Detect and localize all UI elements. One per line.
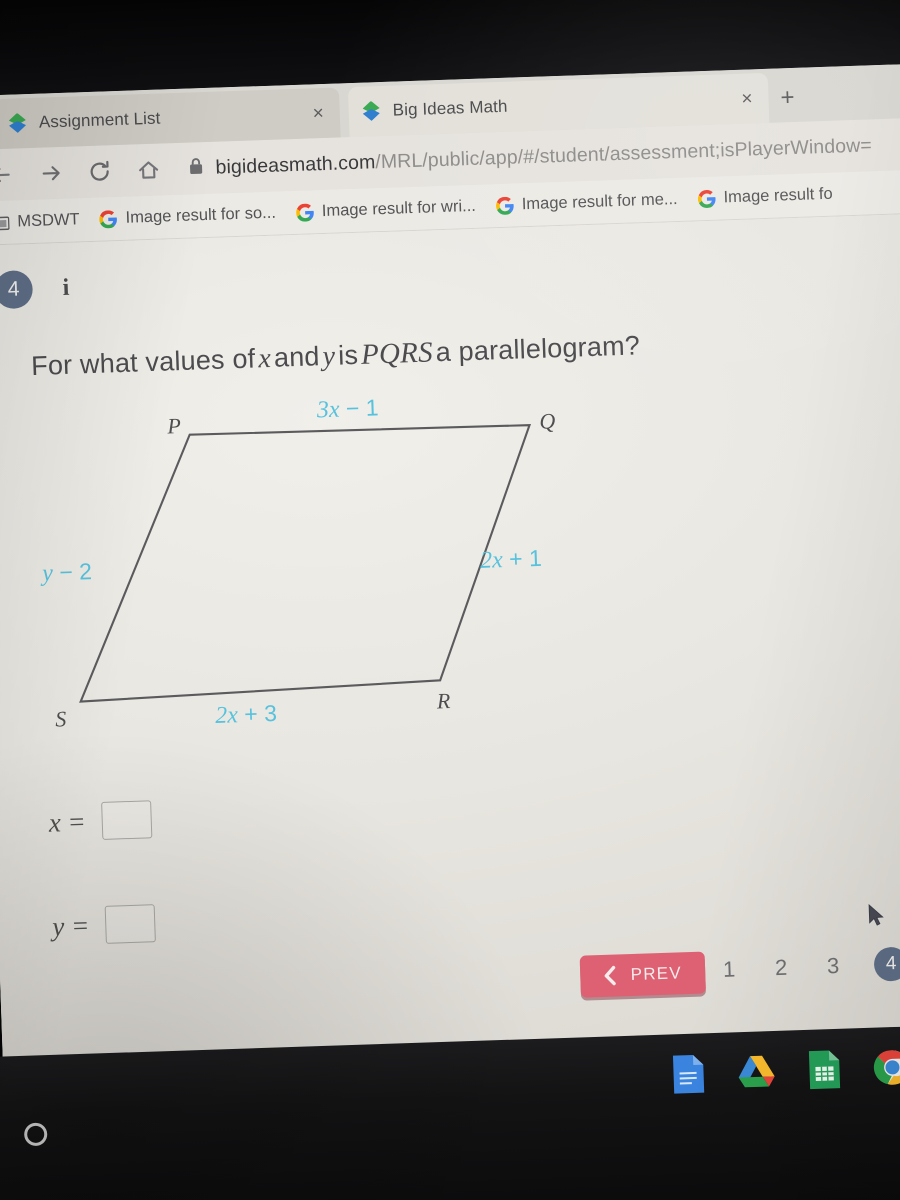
vertex-label-s: S: [54, 706, 67, 732]
page-button-1[interactable]: 1: [718, 956, 741, 983]
bookmark-msdwt[interactable]: MSDWT: [0, 207, 88, 236]
page-button-3[interactable]: 3: [822, 953, 845, 980]
bookmark-label: Image result for so...: [125, 203, 277, 227]
prompt-figure-name: PQRS: [360, 336, 434, 371]
google-g-icon: [295, 203, 315, 222]
google-g-icon: [99, 209, 118, 229]
bigideas-diamond-icon: [362, 101, 380, 123]
bookmark-image-result-1[interactable]: Image result for so...: [91, 200, 284, 232]
side-label-sr-operator: +: [243, 700, 259, 728]
bigideas-diamond-icon: [9, 113, 27, 135]
prev-button[interactable]: PREV: [579, 951, 706, 998]
google-g-icon: [495, 196, 515, 215]
google-g-icon: [697, 189, 716, 208]
answer-input-x[interactable]: [101, 800, 153, 840]
page-button-2[interactable]: 2: [770, 955, 793, 982]
side-label-qr-term: 2x: [479, 547, 504, 574]
parallelogram-diagram: P Q R S 3x − 1 2x + 1 2x + 3 y − 2: [17, 392, 628, 742]
chromebook-screen: Assignment List × Big Ideas Math × + big…: [0, 62, 900, 1086]
forward-arrow-icon[interactable]: [27, 150, 75, 198]
vertex-label-r: R: [436, 688, 451, 714]
screenshot-root: Assignment List × Big Ideas Math × + big…: [0, 0, 900, 1200]
answer-input-y[interactable]: [104, 904, 156, 944]
side-label-sp-operator: −: [58, 558, 74, 586]
chevron-left-icon: [603, 965, 617, 986]
question-number-badge: 4: [0, 269, 34, 310]
tab-title: Assignment List: [38, 108, 161, 132]
page-button-4[interactable]: 4: [873, 946, 900, 982]
address-bar-url: bigideasmath.com/MRL/public/app/#/studen…: [215, 134, 872, 179]
prompt-part-1: For what values of: [30, 343, 256, 382]
info-icon[interactable]: i: [62, 274, 70, 301]
side-label-qr-operator: +: [508, 545, 523, 572]
bookmark-label: Image result fo: [723, 184, 833, 207]
back-arrow-icon[interactable]: [0, 151, 25, 199]
answer-row-x: x =: [48, 800, 153, 841]
prompt-var-y: y: [322, 340, 336, 373]
tab-title: Big Ideas Math: [392, 96, 508, 120]
home-icon[interactable]: [125, 146, 173, 194]
mouse-pointer-icon: [868, 903, 886, 928]
url-host: bigideasmath.com: [215, 150, 376, 179]
bookmark-label: MSDWT: [16, 210, 80, 231]
prompt-var-x: x: [257, 342, 272, 375]
lock-icon: [188, 157, 204, 180]
url-path: /MRL/public/app/#/student/assessment;isP…: [374, 133, 873, 173]
side-label-pq: 3x − 1: [316, 394, 379, 424]
side-label-sp-term: y: [41, 560, 54, 587]
close-icon[interactable]: ×: [306, 100, 330, 126]
vertex-label-p: P: [166, 413, 182, 439]
prompt-part-3: is: [337, 339, 359, 371]
prompt-part-4: a parallelogram?: [435, 330, 641, 368]
side-label-pq-term: 3x: [316, 396, 340, 424]
close-icon[interactable]: ×: [735, 86, 759, 112]
bookmark-image-result-3[interactable]: Image result for me...: [487, 187, 686, 219]
answer-label-y: y =: [51, 909, 90, 942]
assessment-page: 4 i For what values ofxandyisPQRSa paral…: [0, 212, 900, 1086]
answer-row-y: y =: [52, 904, 156, 945]
bookmark-image-result-2[interactable]: Image result for wri...: [287, 194, 484, 226]
answer-fields: x = y =: [48, 800, 158, 1011]
bookmark-label: Image result for wri...: [321, 196, 477, 221]
side-label-pq-operator: −: [345, 394, 360, 422]
vertex-label-q: Q: [538, 408, 556, 434]
side-label-qr-constant: 1: [528, 544, 543, 572]
prompt-part-2: and: [273, 341, 321, 373]
new-tab-button[interactable]: +: [780, 84, 795, 111]
question-header: 4 i: [0, 269, 70, 310]
prev-button-label: PREV: [630, 963, 683, 985]
page-pager: 1 2 3 4: [718, 946, 900, 987]
side-label-sr-term: 2x: [214, 702, 239, 730]
side-label-sp-constant: 2: [78, 558, 93, 585]
side-label-pq-constant: 1: [365, 394, 379, 421]
bookmark-image-result-4[interactable]: Image result fo: [689, 181, 841, 211]
folder-icon: [0, 214, 10, 231]
answer-label-x: x =: [48, 805, 87, 838]
reload-icon[interactable]: [76, 148, 124, 196]
side-label-sp: y − 2: [42, 558, 93, 588]
question-prompt: For what values ofxandyisPQRSa parallelo…: [31, 329, 641, 383]
side-label-qr: 2x + 1: [480, 545, 543, 575]
side-label-sr: 2x + 3: [215, 700, 278, 730]
bookmark-label: Image result for me...: [521, 189, 678, 214]
side-label-sr-constant: 3: [263, 699, 278, 727]
